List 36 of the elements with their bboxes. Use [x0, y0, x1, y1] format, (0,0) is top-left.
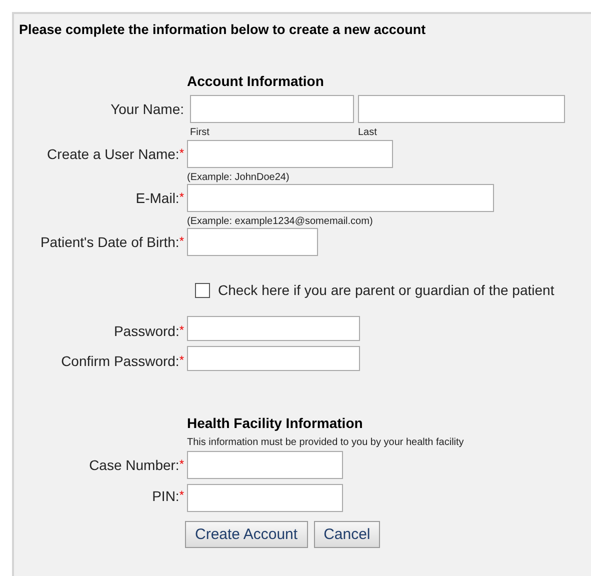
required-mark: * — [179, 457, 184, 471]
password-field[interactable] — [187, 346, 360, 371]
text-field[interactable] — [187, 184, 494, 212]
required-mark: * — [179, 146, 184, 160]
field-label: PIN: — [152, 488, 180, 504]
form-title: Please complete the information below to create a new account — [18, 21, 427, 37]
field-hint: (Example: JohnDoe24) — [187, 172, 290, 183]
field-label: Case Number: — [89, 457, 180, 473]
field-label: Your Name: — [110, 101, 184, 117]
first-name-field[interactable] — [190, 95, 354, 123]
field-label: Create a User Name: — [47, 146, 180, 162]
required-mark: * — [179, 190, 184, 204]
checkbox-label: Check here if you are parent or guardian of the patient — [218, 282, 554, 298]
field-label: Confirm Password: — [61, 353, 180, 369]
section-heading: Account Information — [187, 73, 324, 89]
field-label: Password: — [114, 323, 180, 339]
text-field[interactable] — [187, 228, 318, 256]
section-note: This information must be provided to you by your health facility — [187, 437, 464, 448]
required-mark: * — [179, 353, 184, 367]
field-hint: (Example: example1234@somemail.com) — [187, 216, 373, 227]
field-sublabel: First — [190, 127, 210, 138]
last-name-field[interactable] — [358, 95, 565, 123]
required-mark: * — [179, 234, 184, 248]
text-field[interactable] — [187, 140, 393, 168]
checkbox[interactable] — [195, 282, 210, 298]
section-heading: Health Facility Information — [187, 415, 363, 431]
text-field[interactable] — [187, 451, 343, 479]
required-mark: * — [179, 323, 184, 337]
cancel-button[interactable]: Cancel — [314, 521, 380, 548]
field-sublabel: Last — [358, 127, 377, 138]
field-label: E-Mail: — [136, 190, 180, 206]
password-field[interactable] — [187, 316, 360, 341]
required-mark: * — [179, 488, 184, 502]
field-label: Patient's Date of Birth: — [40, 234, 180, 250]
text-field[interactable] — [187, 484, 343, 512]
create-account-button[interactable]: Create Account — [185, 521, 308, 548]
